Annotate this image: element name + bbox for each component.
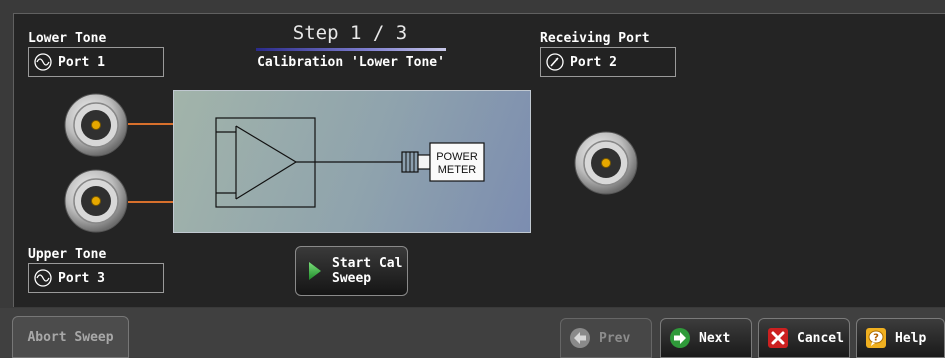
- start-cal-sweep-label: Start Cal Sweep: [332, 256, 403, 286]
- svg-text:?: ?: [873, 333, 879, 344]
- lower-tone-port-select[interactable]: Port 1: [28, 47, 164, 77]
- power-meter-line2: METER: [438, 164, 477, 176]
- next-label: Next: [699, 330, 731, 346]
- arrow-left-icon: [570, 328, 590, 348]
- sine-wave-icon: [34, 269, 52, 287]
- receiving-port-value: Port 2: [570, 54, 617, 70]
- receiving-port-select[interactable]: Port 2: [540, 47, 676, 77]
- lower-tone-connector-icon: [64, 93, 128, 157]
- arrow-right-icon: [670, 328, 690, 348]
- prev-button[interactable]: Prev: [560, 318, 652, 358]
- upper-tone-connector-icon: [64, 169, 128, 233]
- upper-tone-label: Upper Tone: [28, 247, 107, 262]
- step-progress-bar: [256, 48, 446, 51]
- sine-wave-icon: [34, 53, 52, 71]
- x-close-icon: [768, 328, 788, 348]
- calibration-diagram: POWER METER: [173, 90, 531, 233]
- play-triangle-icon: [309, 262, 321, 280]
- next-button[interactable]: Next: [660, 318, 752, 358]
- amplifier-diagram: POWER METER: [215, 117, 485, 208]
- help-question-icon: ?: [866, 328, 886, 348]
- start-cal-sweep-button[interactable]: Start Cal Sweep: [295, 246, 408, 296]
- step-subtitle: Calibration 'Lower Tone': [257, 55, 445, 70]
- cancel-button[interactable]: Cancel: [758, 318, 850, 358]
- receiving-connector-icon: [574, 131, 638, 195]
- help-button[interactable]: ? Help: [856, 318, 945, 358]
- upper-tone-port-value: Port 3: [58, 270, 105, 286]
- prev-label: Prev: [599, 330, 631, 346]
- abort-sweep-label: Abort Sweep: [27, 329, 114, 345]
- cancel-label: Cancel: [797, 330, 844, 346]
- lower-tone-label: Lower Tone: [28, 31, 107, 46]
- power-meter-line1: POWER: [436, 151, 478, 163]
- help-label: Help: [895, 330, 927, 346]
- lower-tone-port-value: Port 1: [58, 54, 105, 70]
- step-title: Step 1 / 3: [292, 22, 408, 44]
- receiving-port-label: Receiving Port: [540, 31, 650, 46]
- upper-tone-port-select[interactable]: Port 3: [28, 263, 164, 293]
- meter-needle-icon: [546, 53, 564, 71]
- abort-sweep-button[interactable]: Abort Sweep: [12, 316, 129, 358]
